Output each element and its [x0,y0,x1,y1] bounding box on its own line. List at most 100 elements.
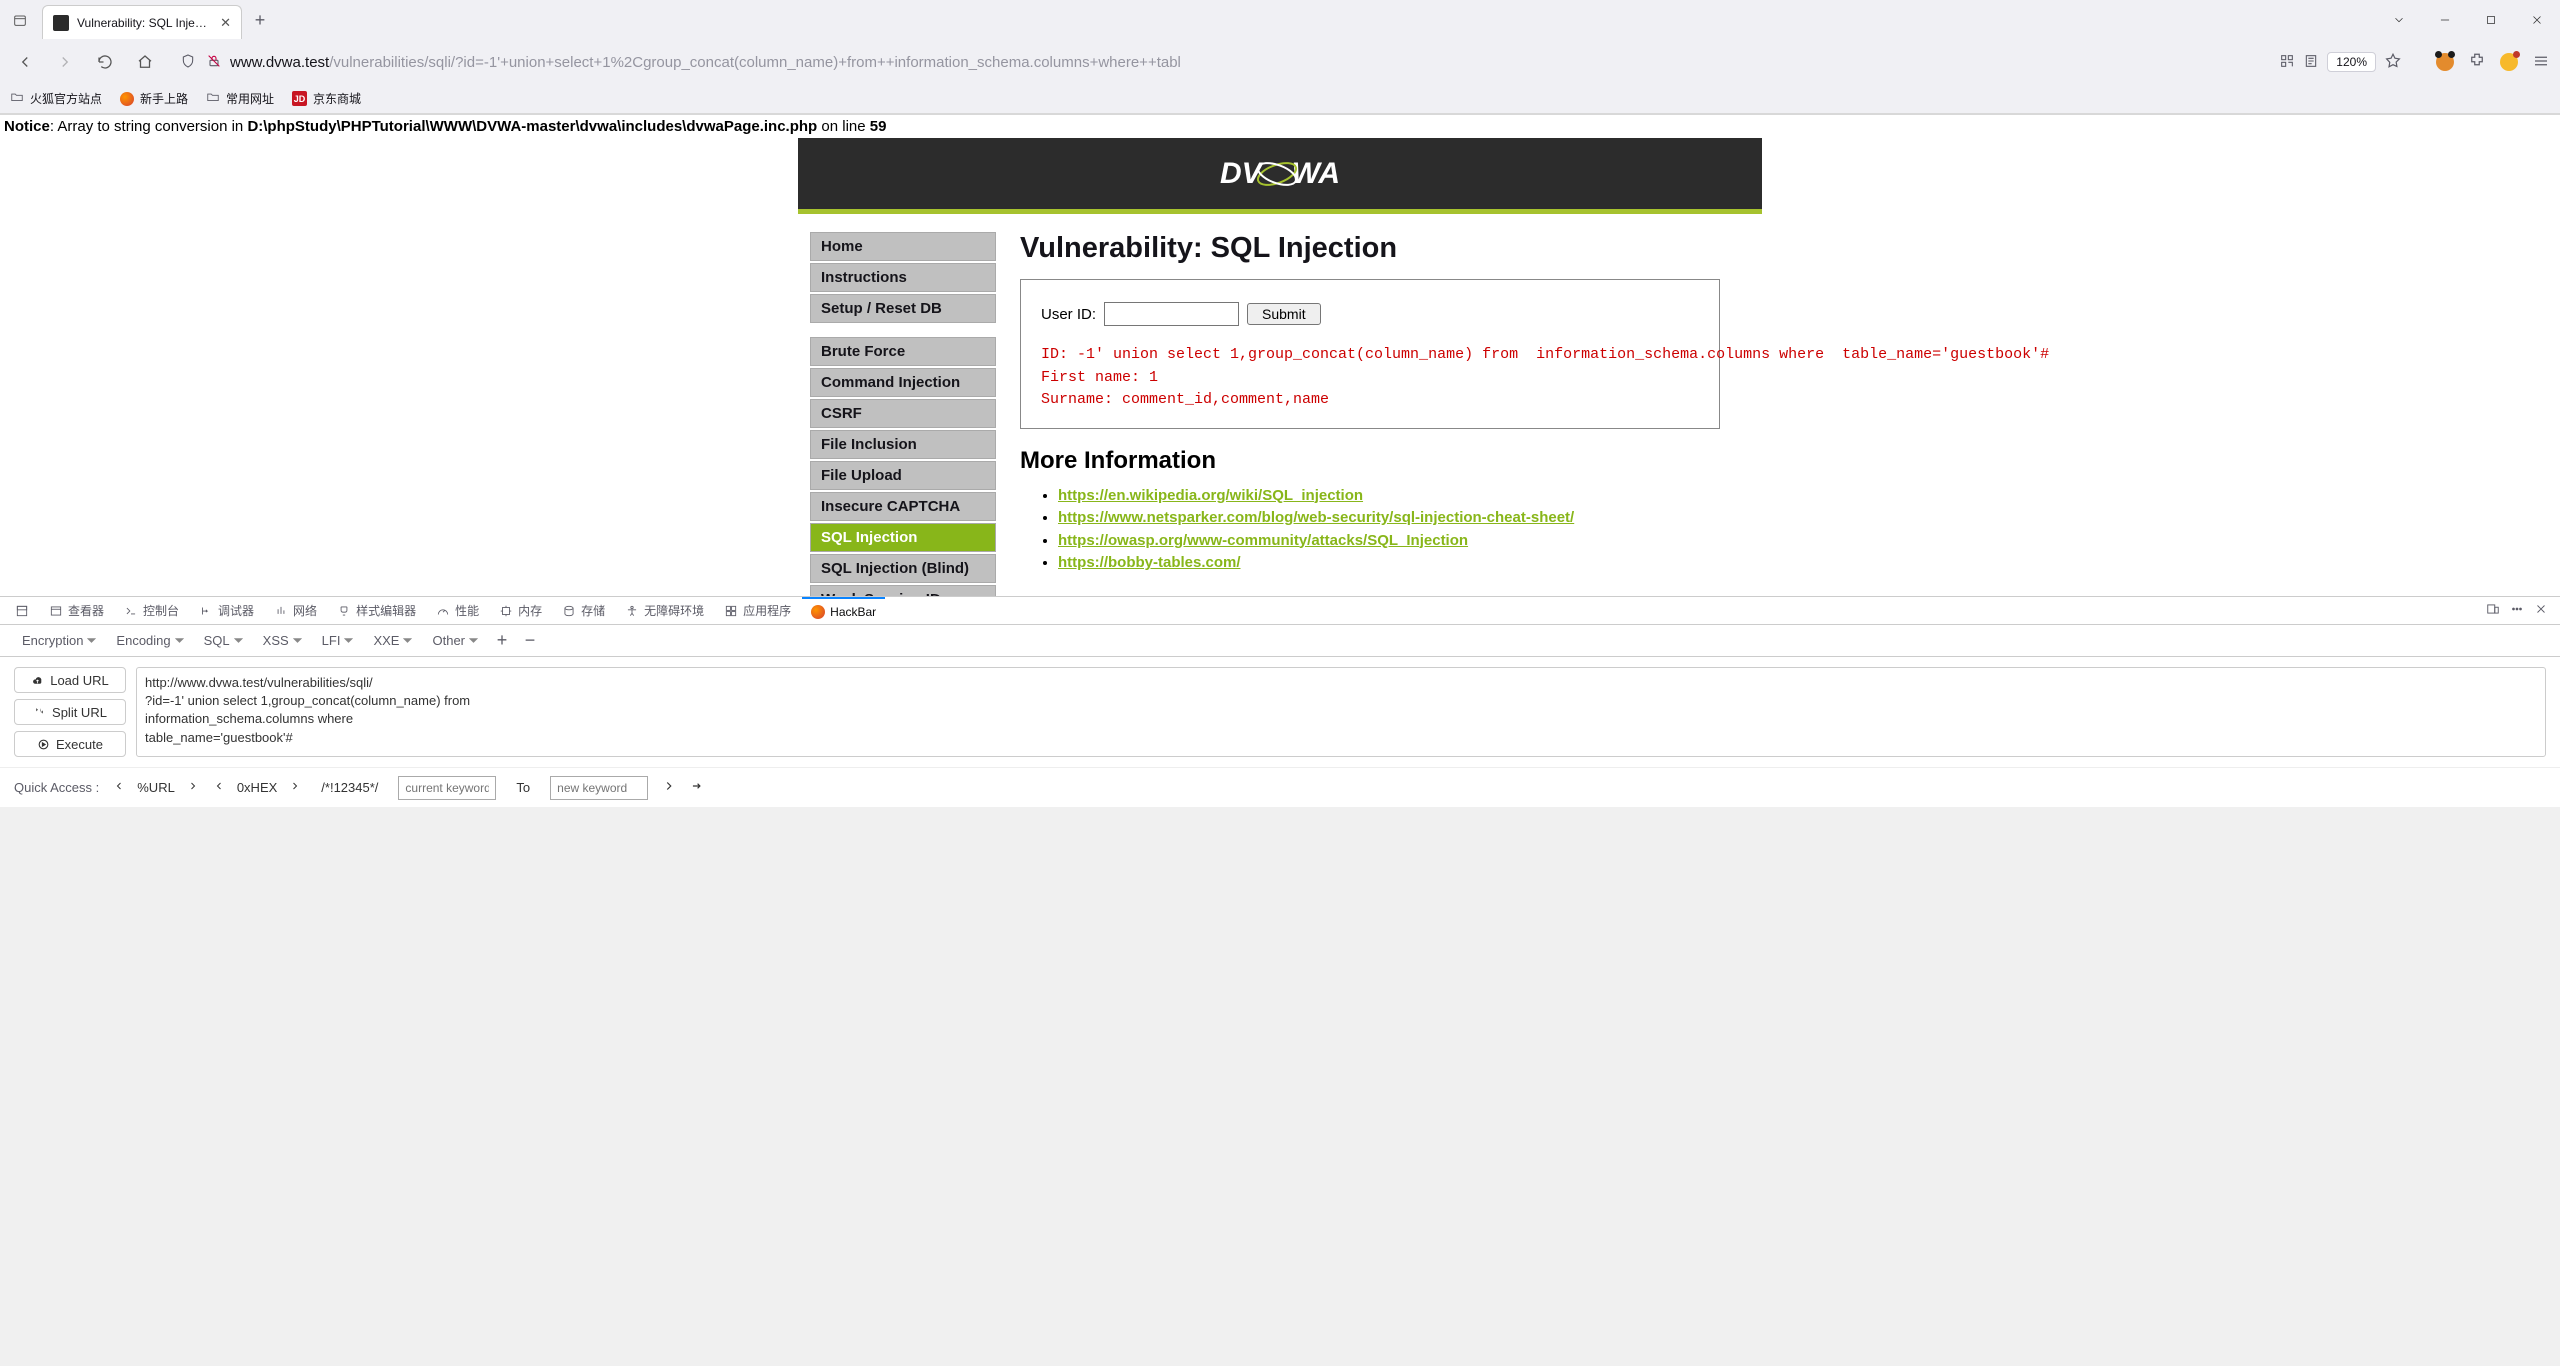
shield-icon[interactable] [180,53,196,72]
dvwa-sidebar: Home Instructions Setup / Reset DB Brute… [810,232,996,596]
qa-next-icon[interactable] [187,780,199,795]
info-link[interactable]: https://en.wikipedia.org/wiki/SQL_inject… [1058,487,1363,504]
tab-console[interactable]: 控制台 [115,597,188,625]
more-info-heading: More Information [1020,447,1750,475]
sidebar-item-sqli[interactable]: SQL Injection [810,523,996,552]
bookmark-link[interactable]: JD京东商城 [292,90,361,107]
drop-other[interactable]: Other [424,629,486,652]
nav-bar: www.dvwa.test/vulnerabilities/sqli/?id=-… [0,40,2560,84]
account-icon[interactable] [2436,53,2454,71]
qa-next-icon[interactable] [289,780,301,795]
close-tab-icon[interactable]: ✕ [220,15,231,31]
drop-xxe[interactable]: XXE [365,629,420,652]
userid-label: User ID: [1041,306,1096,323]
recent-tabs-icon[interactable] [6,6,34,34]
back-button[interactable] [10,47,40,77]
close-window-button[interactable] [2528,11,2546,29]
to-label: To [510,780,536,795]
bookmark-link[interactable]: 新手上路 [120,90,188,107]
current-keyword-input[interactable] [398,776,496,800]
home-button[interactable] [130,47,160,77]
drop-encryption[interactable]: Encryption [14,629,104,652]
list-all-tabs-icon[interactable] [2390,11,2408,29]
sidebar-item-weak-session[interactable]: Weak Session IDs [810,585,996,596]
tab-storage[interactable]: 存储 [553,597,614,625]
tab-performance[interactable]: 性能 [427,597,488,625]
page-title: Vulnerability: SQL Injection [1020,232,1750,265]
info-link[interactable]: https://bobby-tables.com/ [1058,554,1241,571]
more-icon[interactable] [2510,602,2524,619]
extensions-icon[interactable] [2468,52,2486,73]
sqli-result: ID: -1' union select 1,group_concat(colu… [1041,344,1699,412]
close-devtools-icon[interactable] [2534,602,2548,619]
sidebar-item-command[interactable]: Command Injection [810,368,996,397]
dvwa-main: Vulnerability: SQL Injection User ID: Su… [1020,232,1750,596]
firefox-icon [120,92,134,106]
reload-button[interactable] [90,47,120,77]
qr-icon[interactable] [2279,53,2295,72]
load-url-button[interactable]: Load URL [14,667,126,693]
sidebar-item-sqli-blind[interactable]: SQL Injection (Blind) [810,554,996,583]
tab-debugger[interactable]: 调试器 [190,597,263,625]
hackbar-quick-access: Quick Access : %URL 0xHEX /*!12345*/ To [0,767,2560,807]
tab-memory[interactable]: 内存 [490,597,551,625]
url-bar[interactable]: www.dvwa.test/vulnerabilities/sqli/?id=-… [170,46,2408,78]
sidebar-item-file-upload[interactable]: File Upload [810,461,996,490]
toolbar-add-icon[interactable]: + [490,630,514,651]
sidebar-item-home[interactable]: Home [810,232,996,261]
zoom-badge[interactable]: 120% [2327,52,2376,72]
qa-apply-icon[interactable] [690,779,704,796]
minimize-button[interactable] [2436,11,2454,29]
tab-inspector[interactable]: 查看器 [40,597,113,625]
userid-input[interactable] [1104,302,1239,326]
php-notice: Notice: Array to string conversion in D:… [0,115,2560,138]
hackbar-url-textarea[interactable]: http://www.dvwa.test/vulnerabilities/sql… [136,667,2546,757]
new-keyword-input[interactable] [550,776,648,800]
tab-favicon [53,15,69,31]
drop-lfi[interactable]: LFI [314,629,362,652]
browser-tab[interactable]: Vulnerability: SQL Injection :: ✕ [42,5,242,39]
bookmark-star-icon[interactable] [2384,52,2402,73]
qa-next-icon[interactable] [662,779,676,796]
tampermonkey-icon[interactable] [2500,53,2518,71]
info-links: https://en.wikipedia.org/wiki/SQL_inject… [1020,485,1750,575]
lock-slash-icon[interactable] [206,53,222,72]
toolbar-remove-icon[interactable]: − [518,630,542,651]
devtools-tabs: 查看器 控制台 调试器 网络 样式编辑器 性能 内存 存储 无障碍环境 应用程序… [0,597,2560,625]
submit-button[interactable]: Submit [1247,303,1321,325]
sidebar-item-csrf[interactable]: CSRF [810,399,996,428]
app-menu-icon[interactable] [2532,52,2550,73]
bookmark-folder[interactable]: 火狐官方站点 [10,90,102,107]
devtools-dock-icon[interactable] [6,597,38,625]
new-tab-button[interactable]: + [246,6,274,34]
split-url-button[interactable]: Split URL [14,699,126,725]
drop-xss[interactable]: XSS [255,629,310,652]
dvwa-body: Home Instructions Setup / Reset DB Brute… [798,214,1762,596]
sidebar-item-file-inclusion[interactable]: File Inclusion [810,430,996,459]
execute-button[interactable]: Execute [14,731,126,757]
quick-access-label: Quick Access : [14,780,99,795]
tab-network[interactable]: 网络 [265,597,326,625]
devtools: 查看器 控制台 调试器 网络 样式编辑器 性能 内存 存储 无障碍环境 应用程序… [0,596,2560,807]
sqli-form-box: User ID: Submit ID: -1' union select 1,g… [1020,279,1720,429]
reader-icon[interactable] [2303,53,2319,72]
qa-prev-icon[interactable] [213,780,225,795]
qa-prev-icon[interactable] [113,780,125,795]
responsive-icon[interactable] [2486,602,2500,619]
sidebar-item-brute[interactable]: Brute Force [810,337,996,366]
bookmark-folder[interactable]: 常用网址 [206,90,274,107]
maximize-button[interactable] [2482,11,2500,29]
info-link[interactable]: https://owasp.org/www-community/attacks/… [1058,532,1468,549]
browser-chrome: Vulnerability: SQL Injection :: ✕ + www.… [0,0,2560,115]
sidebar-item-instructions[interactable]: Instructions [810,263,996,292]
info-link[interactable]: https://www.netsparker.com/blog/web-secu… [1058,509,1574,526]
tab-style-editor[interactable]: 样式编辑器 [328,597,425,625]
drop-sql[interactable]: SQL [196,629,251,652]
tab-accessibility[interactable]: 无障碍环境 [616,597,713,625]
tab-hackbar[interactable]: HackBar [802,597,885,625]
sidebar-item-captcha[interactable]: Insecure CAPTCHA [810,492,996,521]
qa-preset: /*!12345*/ [315,780,384,795]
tab-application[interactable]: 应用程序 [715,597,800,625]
drop-encoding[interactable]: Encoding [108,629,191,652]
sidebar-item-setup[interactable]: Setup / Reset DB [810,294,996,323]
